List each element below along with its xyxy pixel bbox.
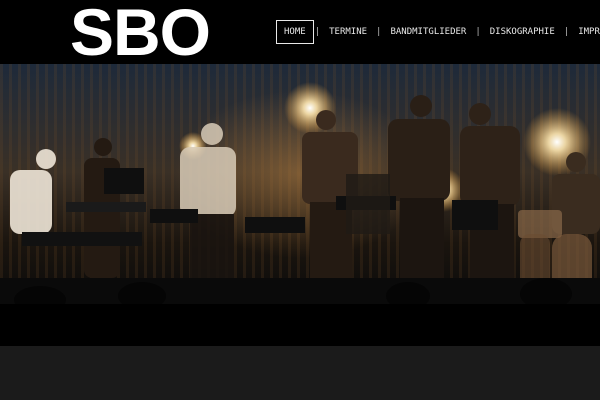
- keyboard: [22, 232, 142, 246]
- nav-separator: |: [314, 27, 321, 37]
- musician-keyboard-left: [10, 149, 56, 234]
- music-stand: [150, 209, 198, 223]
- nav-item-termine[interactable]: TERMINE: [321, 21, 375, 43]
- band-photo-illustration: [0, 82, 600, 304]
- drum-kit: [346, 174, 390, 234]
- site-logo[interactable]: SBO: [70, 0, 211, 68]
- hero-band-photo: [0, 64, 600, 304]
- music-stand: [452, 200, 498, 230]
- bongos: [518, 210, 562, 238]
- nav-separator: |: [475, 27, 481, 37]
- stage-floor: [0, 278, 600, 304]
- nav-item-home[interactable]: HOME: [276, 20, 314, 44]
- nav-separator: |: [376, 27, 382, 37]
- music-stand: [245, 217, 305, 233]
- main-nav: HOME | TERMINE | BANDMITGLIEDER | DISKOG…: [276, 20, 600, 44]
- nav-item-diskographie[interactable]: DISKOGRAPHIE: [482, 21, 563, 43]
- hero-bottom-band: [0, 304, 600, 346]
- nav-separator: |: [563, 27, 570, 37]
- page-footer-area: [0, 346, 600, 400]
- keyboard: [66, 202, 146, 212]
- nav-item-bandmitglieder[interactable]: BANDMITGLIEDER: [382, 21, 474, 43]
- nav-item-impressum[interactable]: IMPRESS: [570, 21, 600, 43]
- site-header: SBO HOME | TERMINE | BANDMITGLIEDER | DI…: [0, 0, 600, 68]
- musician-trumpet: [388, 95, 450, 298]
- music-stand: [104, 168, 144, 194]
